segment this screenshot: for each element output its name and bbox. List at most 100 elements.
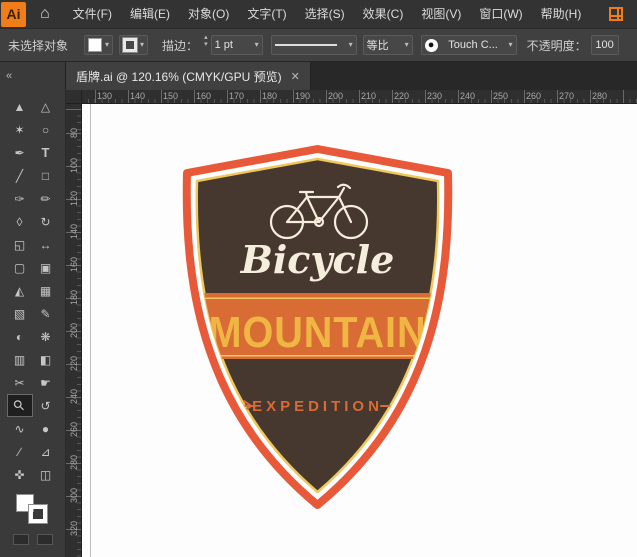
badge-band-text: MOUNTAIN — [209, 308, 427, 357]
menu-item-1[interactable]: 编辑(E) — [121, 0, 179, 28]
drawing-mode-icon[interactable] — [13, 534, 29, 545]
blend-tool[interactable]: ◐ — [8, 326, 32, 347]
close-icon[interactable]: ✕ — [291, 70, 300, 83]
magic-wand-icon: ✶ — [14, 123, 24, 137]
brush-dropdown[interactable]: ● Touch C... ▾ — [421, 35, 517, 55]
type-tool[interactable]: T — [34, 142, 58, 163]
rotate-tool[interactable]: ↻ — [34, 211, 58, 232]
column-graph-tool[interactable]: ▥ — [8, 349, 32, 370]
v-ruler-number: 140 — [69, 225, 79, 239]
toolbar-collapse-button[interactable]: « — [0, 62, 66, 90]
toolbar-bottom-buttons — [0, 534, 65, 545]
paintbrush-icon: ✑ — [14, 192, 24, 206]
rectangle-tool[interactable]: □ — [34, 165, 58, 186]
shield-badge-artwork[interactable]: Bicycle MOUNTAIN EXPEDITION — [175, 145, 460, 510]
fill-color-dropdown[interactable]: ▾ — [84, 35, 113, 55]
print-tiling-tool[interactable]: ◫ — [34, 464, 58, 485]
menu-item-0[interactable]: 文件(F) — [64, 0, 121, 28]
blob-brush-icon: ● — [42, 422, 49, 436]
zoom-tool[interactable]: ⚲ — [8, 395, 32, 416]
stroke-color-box[interactable] — [29, 505, 47, 523]
line-segment-tool[interactable]: ╱ — [8, 165, 32, 186]
pen-tool[interactable]: ✒ — [8, 142, 32, 163]
fill-swatch — [88, 38, 102, 52]
control-bar: 未选择对象 ▾ ▾ 描边： ▴ ▾ 1 pt ▾ ▾ 等比 ▾ ● To — [0, 28, 637, 62]
selection-tool[interactable]: ▲ — [8, 96, 32, 117]
stroke-style-dropdown[interactable]: ▾ — [271, 35, 357, 55]
h-ruler-number: 140 — [130, 91, 145, 101]
direct-selection-tool[interactable]: △ — [34, 96, 58, 117]
pencil-tool[interactable]: ✏ — [34, 188, 58, 209]
ruler-origin-corner[interactable] — [66, 90, 82, 104]
slice-tool[interactable]: ✂ — [8, 372, 32, 393]
puppet-warp-tool[interactable]: ✜ — [8, 464, 32, 485]
menu-item-4[interactable]: 选择(S) — [296, 0, 354, 28]
width-profile-dropdown[interactable]: 等比 ▾ — [363, 35, 413, 55]
eraser-tool[interactable]: ◊ — [8, 211, 32, 232]
artboard-tool[interactable]: ◧ — [34, 349, 58, 370]
v-ruler-number: 320 — [69, 522, 79, 536]
h-ruler-number: 180 — [262, 91, 277, 101]
knife-icon: ∕ — [18, 445, 20, 459]
mesh-tool[interactable]: ▦ — [34, 280, 58, 301]
eyedropper-tool[interactable]: ✎ — [34, 303, 58, 324]
vertical-ruler[interactable]: 80100120140160180200220240260280300320 — [66, 104, 82, 557]
shape-builder-tool[interactable]: ▣ — [34, 257, 58, 278]
v-ruler-number: 300 — [69, 489, 79, 503]
width-tool[interactable]: ↔ — [34, 234, 58, 255]
lasso-tool[interactable]: ○ — [34, 119, 58, 140]
width-profile-value: 等比 — [367, 37, 389, 53]
measure-tool[interactable]: ⊿ — [34, 441, 58, 462]
width-icon: ↔ — [40, 238, 52, 252]
stroke-weight-field[interactable]: 1 pt ▾ — [211, 35, 263, 55]
h-ruler-number: 170 — [229, 91, 244, 101]
scale-tool[interactable]: ◱ — [8, 234, 32, 255]
type-icon: T — [42, 145, 50, 160]
h-ruler-number: 270 — [559, 91, 574, 101]
tools-grid: ▲△ ✶ ○✒ T ╱ □ ✑ ✏◊ ↻ ◱ ↔ ▢ ▣ ◭▦▧✎◐❋▥◧✂☛ ⚲ ↺∿ ● ∕ ⊿✜◫ — [7, 95, 59, 486]
hand-tool[interactable]: ☛ — [34, 372, 58, 393]
menu-bar: Ai ⌂ 文件(F)编辑(E)对象(O)文字(T)选择(S)效果(C)视图(V)… — [0, 0, 637, 28]
tools-panel: ▲△ ✶ ○✒ T ╱ □ ✑ ✏◊ ↻ ◱ ↔ ▢ ▣ ◭▦▧✎◐❋▥◧✂☛ ⚲ ↺∿ ● ∕ ⊿✜◫ — [0, 90, 66, 557]
zoom-icon: ⚲ — [10, 396, 29, 415]
menu-item-2[interactable]: 对象(O) — [179, 0, 238, 28]
rotate-icon: ↻ — [40, 215, 50, 229]
perspective-grid-tool[interactable]: ◭ — [8, 280, 32, 301]
chevron-down-icon: ▾ — [405, 41, 409, 49]
horizontal-ruler[interactable]: 1301401501601701801902002102202302402502… — [82, 90, 637, 104]
stroke-color-dropdown[interactable]: ▾ — [119, 35, 148, 55]
screen-mode-icon[interactable] — [37, 534, 53, 545]
magic-wand-tool[interactable]: ✶ — [8, 119, 32, 140]
rectangle-icon: □ — [42, 169, 49, 183]
canvas-area[interactable]: Bicycle MOUNTAIN EXPEDITION — [82, 104, 637, 557]
opacity-field[interactable]: 100 — [591, 35, 619, 55]
gradient-tool[interactable]: ▧ — [8, 303, 32, 324]
free-transform-tool[interactable]: ▢ — [8, 257, 32, 278]
blob-brush-tool[interactable]: ● — [34, 418, 58, 439]
fill-stroke-widget[interactable] — [16, 494, 50, 526]
h-ruler-number: 210 — [361, 91, 376, 101]
menu-item-5[interactable]: 效果(C) — [354, 0, 413, 28]
document-tab-bar: « 盾牌.ai @ 120.16% (CMYK/GPU 预览) ✕ — [0, 62, 637, 90]
shape-builder-icon: ▣ — [40, 261, 51, 275]
document-tab[interactable]: 盾牌.ai @ 120.16% (CMYK/GPU 预览) ✕ — [66, 62, 311, 90]
menu-item-3[interactable]: 文字(T) — [238, 0, 295, 28]
curvature-tool[interactable]: ∿ — [8, 418, 32, 439]
stroke-line-preview — [275, 44, 337, 46]
workspace-switcher-icon[interactable] — [609, 7, 623, 21]
paintbrush-tool[interactable]: ✑ — [8, 188, 32, 209]
stroke-weight-label: 描边： — [162, 37, 198, 54]
scale-icon: ◱ — [14, 238, 25, 252]
menu-item-6[interactable]: 视图(V) — [412, 0, 470, 28]
v-ruler-number: 200 — [69, 324, 79, 338]
stroke-weight-stepper[interactable]: ▴ ▾ — [204, 38, 208, 52]
rotate-view-tool[interactable]: ↺ — [34, 395, 58, 416]
chevron-down-icon: ▾ — [349, 41, 353, 49]
menu-item-8[interactable]: 帮助(H) — [532, 0, 591, 28]
symbol-sprayer-tool[interactable]: ❋ — [34, 326, 58, 347]
chevron-down-icon: ▾ — [140, 41, 144, 49]
home-icon[interactable]: ⌂ — [40, 6, 50, 22]
knife-tool[interactable]: ∕ — [8, 441, 32, 462]
menu-item-7[interactable]: 窗口(W) — [470, 0, 531, 28]
h-ruler-number: 280 — [592, 91, 607, 101]
